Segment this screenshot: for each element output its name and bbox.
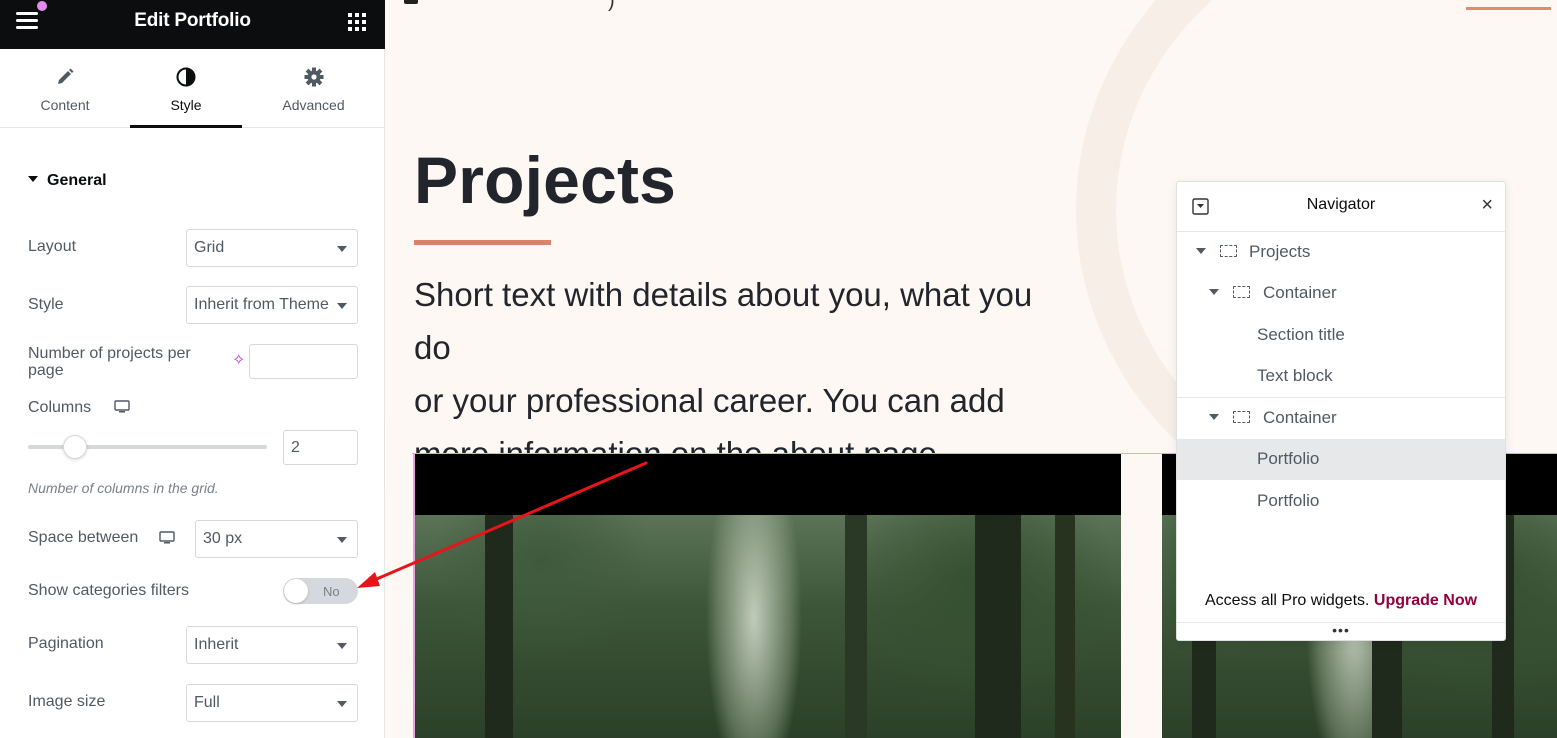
navigator-title: Navigator [1306, 196, 1376, 213]
navigator-panel: Navigator × Projects Container Section t… [1176, 181, 1506, 641]
nav-item-label: Section title [1257, 325, 1345, 344]
toggle-state-text: No [323, 584, 340, 599]
section-general-toggle[interactable]: General [28, 172, 107, 190]
close-icon[interactable]: × [1481, 195, 1493, 215]
section-title: General [47, 172, 107, 189]
caret-down-icon [1209, 414, 1219, 420]
promo-text: Access all Pro widgets. [1204, 592, 1370, 609]
header-fragment: ) [608, 0, 615, 12]
toggle-knob [284, 579, 308, 603]
tab-label: Style [170, 97, 202, 113]
projects-per-page-input[interactable] [249, 344, 358, 379]
nav-item-label: Portfolio [1257, 449, 1320, 468]
nav-item-portfolio-selected[interactable]: Portfolio [1177, 439, 1505, 480]
tab-content[interactable]: Content [0, 49, 130, 128]
style-select[interactable]: Inherit from Theme [186, 286, 358, 324]
categories-filters-toggle[interactable]: No [283, 578, 358, 604]
space-between-select[interactable]: 30 px [195, 520, 358, 558]
columns-input[interactable]: 2 [283, 430, 358, 465]
dropdown-arrow-icon [337, 701, 347, 707]
nav-item-label: Container [1263, 283, 1337, 302]
container-icon [1220, 245, 1237, 257]
navigator-promo: Access all Pro widgets. Upgrade Now [1177, 592, 1505, 610]
intro-line: or your professional career. You can add [414, 382, 1005, 419]
ai-sparkle-icon[interactable]: ✧ [232, 353, 245, 369]
upgrade-now-link[interactable]: Upgrade Now [1374, 592, 1477, 609]
layout-value: Grid [194, 239, 225, 256]
dropdown-arrow-icon [337, 643, 347, 649]
image-size-select[interactable]: Full [186, 684, 358, 722]
dropdown-arrow-icon [337, 537, 347, 543]
caret-down-icon [1196, 248, 1206, 254]
layout-label: Layout [28, 238, 77, 255]
nav-item-container[interactable]: Container [1177, 273, 1505, 314]
nav-item-container[interactable]: Container [1177, 398, 1505, 439]
pagination-label: Pagination [28, 635, 104, 652]
section-title[interactable]: Projects [414, 142, 676, 218]
container-icon [1233, 411, 1250, 423]
dropdown-arrow-icon [337, 303, 347, 309]
portfolio-item[interactable] [413, 454, 1121, 738]
nav-item-projects[interactable]: Projects [1177, 232, 1505, 273]
tab-style[interactable]: Style [130, 49, 242, 128]
projects-per-page-label: Number of projects per page [28, 345, 191, 379]
caret-down-icon [1209, 289, 1219, 295]
image-size-value: Full [194, 694, 220, 711]
nav-item-section-title[interactable]: Section title [1177, 315, 1505, 356]
nav-item-label: Projects [1249, 242, 1311, 261]
layout-select[interactable]: Grid [186, 229, 358, 267]
gear-icon [304, 67, 323, 87]
edit-panel: Edit Portfolio Content Style Advanced Ge… [0, 0, 385, 738]
pagination-select[interactable]: Inherit [186, 626, 358, 664]
pagination-value: Inherit [194, 636, 239, 653]
nav-item-portfolio[interactable]: Portfolio [1177, 481, 1505, 522]
columns-label: Columns [28, 399, 92, 416]
nav-item-text-block[interactable]: Text block [1177, 356, 1505, 397]
style-value: Inherit from Theme [194, 296, 329, 313]
active-menu-underline [1466, 7, 1551, 10]
intro-line: Short text with details about you, what … [414, 276, 1033, 366]
heading-accent-line [414, 240, 551, 245]
editor-app: Edit Portfolio Content Style Advanced Ge… [0, 0, 1557, 738]
space-between-value: 30 px [203, 530, 243, 547]
tab-label: Content [40, 97, 90, 113]
dropdown-arrow-icon [337, 246, 347, 252]
pencil-icon [58, 68, 74, 84]
space-between-label: Space between [28, 529, 139, 546]
image-size-label: Image size [28, 693, 106, 710]
panel-header: Edit Portfolio [0, 0, 385, 49]
nav-item-label: Portfolio [1257, 491, 1320, 510]
text-block[interactable]: Short text with details about you, what … [414, 268, 1074, 480]
resize-handle-icon[interactable]: ••• [1177, 622, 1505, 638]
navigator-header[interactable]: Navigator × [1177, 182, 1505, 232]
forest-image [415, 515, 1121, 738]
columns-help-text: Number of columns in the grid. [28, 480, 219, 496]
nav-item-label: Text block [1257, 366, 1333, 385]
desktop-device-icon[interactable] [159, 531, 175, 544]
nav-item-label: Container [1263, 408, 1337, 427]
tab-advanced[interactable]: Advanced [242, 49, 385, 128]
site-logo[interactable] [404, 0, 418, 4]
contrast-icon [176, 67, 196, 87]
tab-label: Advanced [282, 97, 345, 113]
panel-tabs: Content Style Advanced [0, 49, 385, 128]
widgets-grid-icon[interactable] [348, 13, 366, 31]
panel-title: Edit Portfolio [134, 10, 251, 31]
categories-filters-label: Show categories filters [28, 582, 189, 599]
caret-down-icon [28, 175, 38, 182]
style-label: Style [28, 296, 64, 313]
container-icon [1233, 286, 1250, 298]
desktop-device-icon[interactable] [114, 400, 130, 413]
columns-slider-handle[interactable] [63, 435, 87, 459]
